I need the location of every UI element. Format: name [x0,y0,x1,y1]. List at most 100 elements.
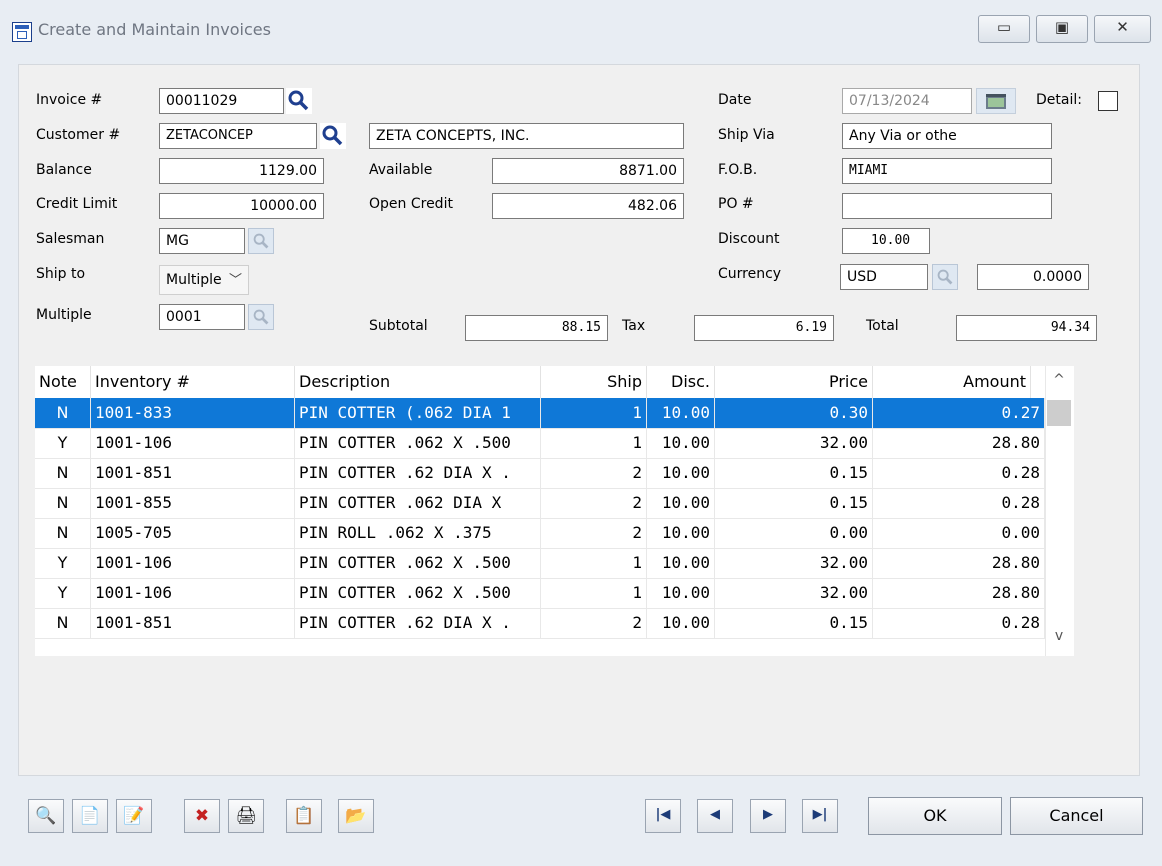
cell-note[interactable]: N [35,458,91,488]
cell-amount[interactable]: 28.80 [873,578,1045,608]
cell-ship[interactable]: 1 [541,398,647,428]
col-description[interactable]: Description [295,366,541,398]
cell-note[interactable]: N [35,518,91,548]
detail-checkbox[interactable] [1098,91,1118,111]
cell-amount[interactable]: 0.27 [873,398,1045,428]
discount-field[interactable]: 10.00 [842,228,930,254]
cell-price[interactable]: 0.15 [715,488,873,518]
cell-price[interactable]: 32.00 [715,548,873,578]
col-price[interactable]: Price [715,366,873,398]
cell-description[interactable]: PIN COTTER .62 DIA X . [295,458,541,488]
toolbar-edit-button[interactable]: 📝 [116,799,152,833]
toolbar-print-button[interactable]: 🖨 [228,799,264,833]
nav-prev-button[interactable]: ◀ [697,799,733,833]
table-row[interactable]: N 1001-855 PIN COTTER .062 DIA X 2 10.00 0.15… [35,488,1045,519]
cell-amount[interactable]: 0.28 [873,458,1045,488]
cell-amount[interactable]: 28.80 [873,548,1045,578]
fob-field[interactable]: MIAMI [842,158,1052,184]
cell-note[interactable]: N [35,608,91,638]
cell-note[interactable]: Y [35,578,91,608]
multiple-lookup-button[interactable] [248,304,274,330]
cell-price[interactable]: 32.00 [715,578,873,608]
table-row[interactable]: Y 1001-106 PIN COTTER .062 X .500 1 10.00 32.… [35,578,1045,609]
cell-price[interactable]: 0.30 [715,398,873,428]
ship-via-field[interactable]: Any Via or othe [842,123,1052,149]
cell-inventory[interactable]: 1001-106 [91,428,295,458]
scroll-down-icon[interactable]: v [1047,628,1071,644]
cell-description[interactable]: PIN ROLL .062 X .375 [295,518,541,548]
toolbar-copy-button[interactable]: 📋 [286,799,322,833]
currency-lookup-button[interactable] [932,264,958,290]
cell-price[interactable]: 0.00 [715,518,873,548]
cell-ship[interactable]: 2 [541,608,647,638]
currency-field[interactable]: USD [840,264,928,290]
nav-next-button[interactable]: ▶ [750,799,786,833]
cell-price[interactable]: 0.15 [715,458,873,488]
ship-to-select[interactable]: Multiple ﹀ [159,265,249,295]
col-inventory[interactable]: Inventory # [91,366,295,398]
table-row[interactable]: N 1001-851 PIN COTTER .62 DIA X . 2 10.00 0.1… [35,608,1045,639]
cell-ship[interactable]: 2 [541,518,647,548]
cell-description[interactable]: PIN COTTER .062 X .500 [295,548,541,578]
cell-inventory[interactable]: 1001-106 [91,548,295,578]
cell-note[interactable]: Y [35,428,91,458]
toolbar-new-button[interactable]: 📄 [72,799,108,833]
maximize-button[interactable]: ▣ [1036,15,1088,43]
cell-disc[interactable]: 10.00 [647,548,715,578]
cell-description[interactable]: PIN COTTER (.062 DIA 1 [295,398,541,428]
cell-ship[interactable]: 2 [541,488,647,518]
cell-ship[interactable]: 1 [541,578,647,608]
cell-description[interactable]: PIN COTTER .062 DIA X [295,488,541,518]
cancel-button[interactable]: Cancel [1010,797,1143,835]
cell-amount[interactable]: 0.00 [873,518,1045,548]
nav-last-button[interactable]: ▶| [802,799,838,833]
cell-inventory[interactable]: 1001-833 [91,398,295,428]
multiple-field[interactable]: 0001 [159,304,245,330]
cell-ship[interactable]: 1 [541,548,647,578]
table-row[interactable]: Y 1001-106 PIN COTTER .062 X .500 1 10.00 32.… [35,428,1045,459]
table-row[interactable]: N 1001-833 PIN COTTER (.062 DIA 1 1 10.00 0.3… [35,398,1045,429]
cell-price[interactable]: 0.15 [715,608,873,638]
cell-disc[interactable]: 10.00 [647,458,715,488]
cell-description[interactable]: PIN COTTER .062 X .500 [295,428,541,458]
invoice-field[interactable]: 00011029 [159,88,284,114]
cell-disc[interactable]: 10.00 [647,518,715,548]
cell-note[interactable]: N [35,488,91,518]
minimize-button[interactable]: ▭ [978,15,1030,43]
cell-inventory[interactable]: 1001-106 [91,578,295,608]
date-picker-button[interactable] [976,88,1016,114]
customer-lookup-button[interactable] [320,123,346,149]
cell-ship[interactable]: 2 [541,458,647,488]
ok-button[interactable]: OK [868,797,1002,835]
toolbar-delete-button[interactable]: ✖ [184,799,220,833]
cell-disc[interactable]: 10.00 [647,428,715,458]
currency-rate-field[interactable]: 0.0000 [977,264,1089,290]
cell-amount[interactable]: 0.28 [873,608,1045,638]
date-field[interactable]: 07/13/2024 [842,88,972,114]
cell-disc[interactable]: 10.00 [647,398,715,428]
nav-first-button[interactable]: |◀ [645,799,681,833]
toolbar-search-button[interactable]: 🔍 [28,799,64,833]
cell-inventory[interactable]: 1001-855 [91,488,295,518]
table-row[interactable]: Y 1001-106 PIN COTTER .062 X .500 1 10.00 32.… [35,548,1045,579]
col-ship[interactable]: Ship [541,366,647,398]
col-amount[interactable]: Amount [873,366,1031,398]
cell-inventory[interactable]: 1001-851 [91,458,295,488]
cell-amount[interactable]: 0.28 [873,488,1045,518]
po-field[interactable] [842,193,1052,219]
salesman-field[interactable]: MG [159,228,245,254]
cell-note[interactable]: N [35,398,91,428]
cell-price[interactable]: 32.00 [715,428,873,458]
toolbar-folder-button[interactable]: 📂 [338,799,374,833]
close-button[interactable]: ✕ [1094,15,1151,43]
invoice-lookup-button[interactable] [286,88,312,114]
scroll-thumb[interactable] [1047,400,1071,426]
table-row[interactable]: N 1001-851 PIN COTTER .62 DIA X . 2 10.00 0.1… [35,458,1045,489]
cell-description[interactable]: PIN COTTER .62 DIA X . [295,608,541,638]
cell-inventory[interactable]: 1005-705 [91,518,295,548]
table-row[interactable] [35,638,1045,656]
table-row[interactable]: N 1005-705 PIN ROLL .062 X .375 2 10.00 0.00 0… [35,518,1045,549]
salesman-lookup-button[interactable] [248,228,274,254]
cell-disc[interactable]: 10.00 [647,578,715,608]
col-note[interactable]: Note [35,366,91,398]
